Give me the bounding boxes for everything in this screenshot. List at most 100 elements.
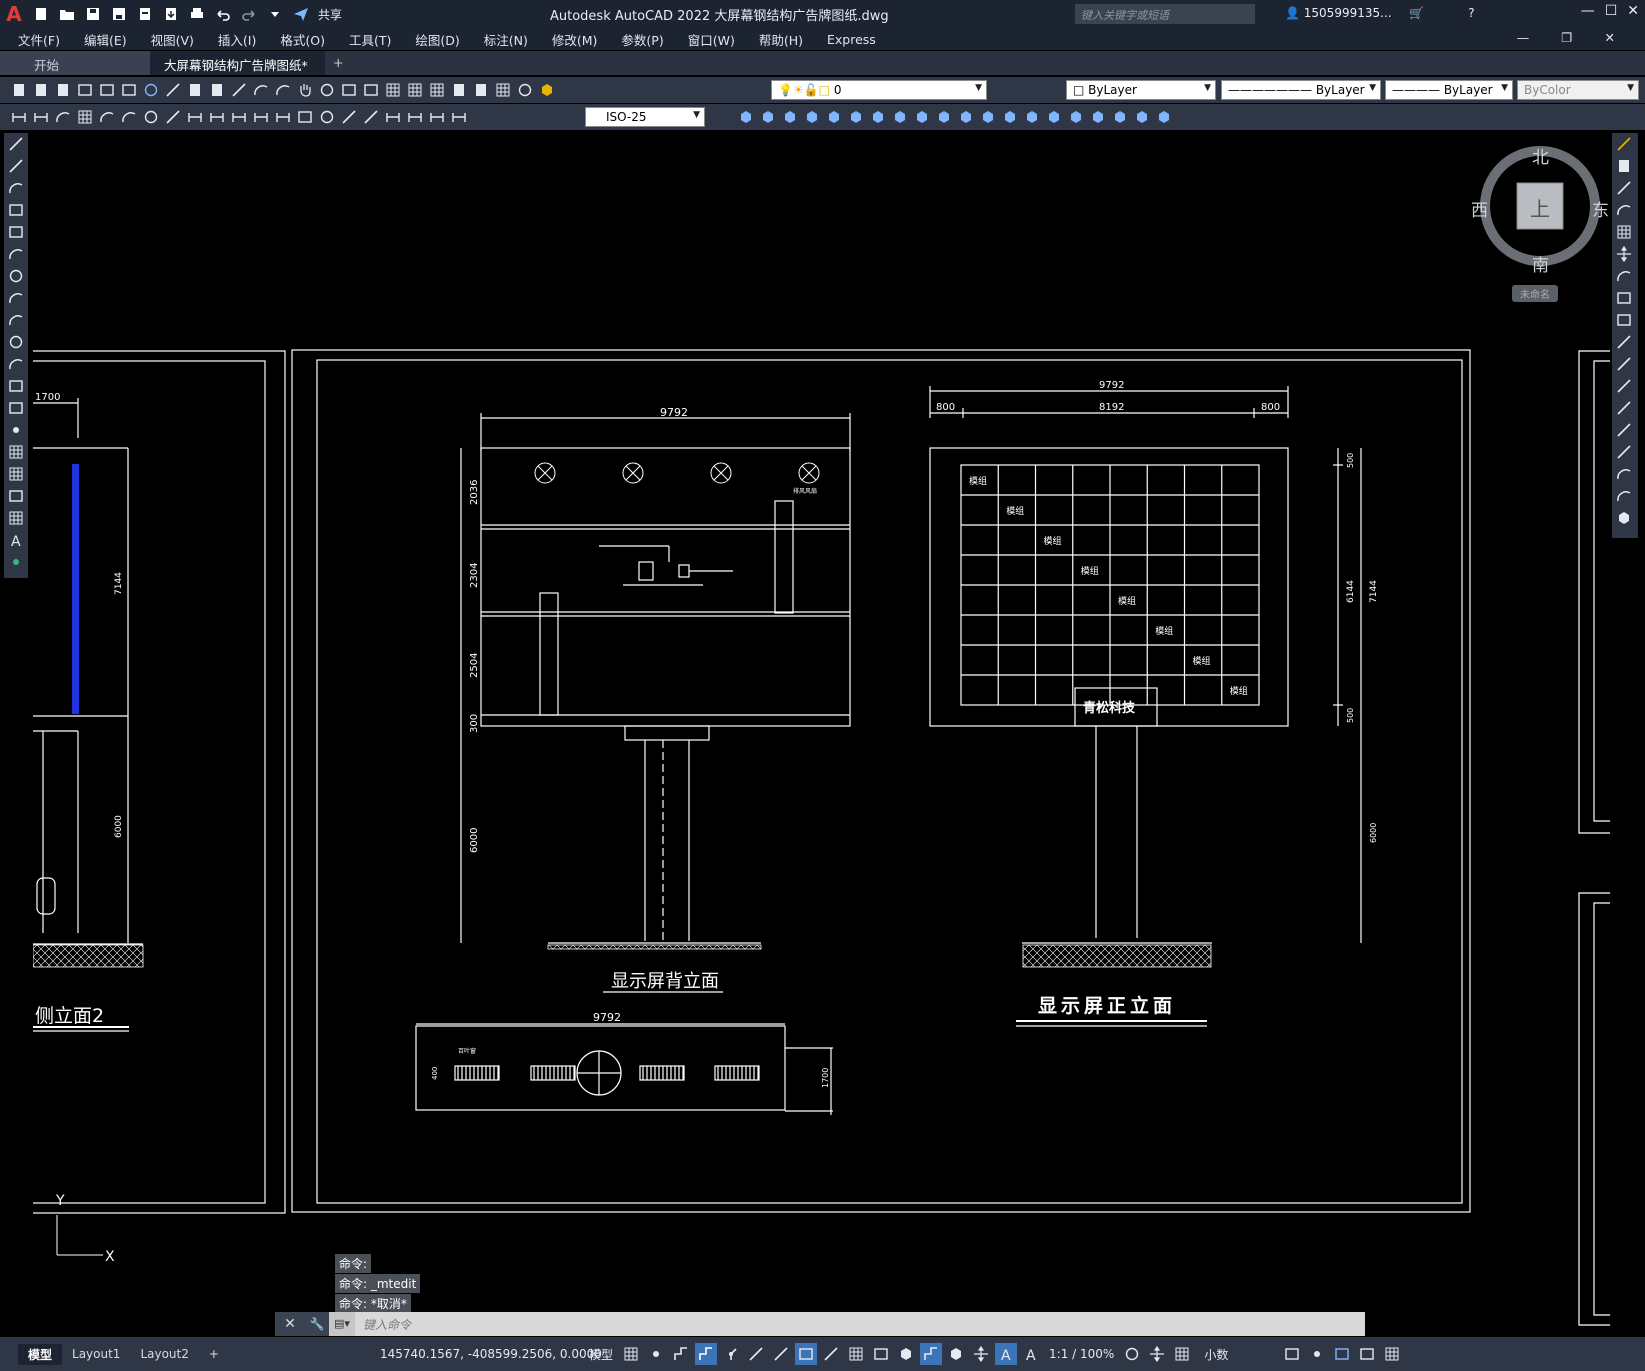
doc-close-button[interactable]: ✕ [1605, 30, 1615, 45]
ucs-menu[interactable]: 未命名 [1512, 285, 1558, 302]
menu-window[interactable]: 窗口(W) [688, 30, 735, 49]
dimstyle-dropdown[interactable]: ISO-25 ▼ [585, 107, 705, 127]
open-folder-icon[interactable] [56, 3, 78, 25]
save-as-icon[interactable] [108, 3, 130, 25]
undo-icon[interactable] [212, 3, 234, 25]
dim-space-icon[interactable] [252, 108, 270, 126]
search-input[interactable]: 键入关键字或短语 [1075, 4, 1255, 24]
markup-icon[interactable] [472, 81, 490, 99]
stretch-icon[interactable] [1612, 309, 1636, 331]
print-icon[interactable] [76, 81, 94, 99]
open-web-icon[interactable] [134, 3, 156, 25]
dim-continue-icon[interactable] [230, 108, 248, 126]
snap-toggle-icon[interactable] [645, 1343, 667, 1365]
save-web-icon[interactable] [160, 3, 182, 25]
menu-draw[interactable]: 绘图(D) [415, 30, 459, 49]
make-block-icon[interactable] [4, 397, 28, 419]
design-center-icon[interactable] [406, 81, 424, 99]
share-button[interactable]: 共享 [318, 6, 342, 23]
polar-tracking-icon[interactable] [720, 1343, 742, 1365]
region-icon[interactable] [4, 485, 28, 507]
dim-radius-icon[interactable] [98, 108, 116, 126]
array-icon[interactable] [1612, 221, 1636, 243]
share-icon[interactable] [290, 3, 312, 25]
dimstyle-icon[interactable] [450, 108, 468, 126]
shell-icon[interactable] [1045, 108, 1063, 126]
copy-icon[interactable] [186, 81, 204, 99]
break-at-point-icon[interactable] [1612, 375, 1636, 397]
explode-icon[interactable] [1612, 507, 1636, 529]
rotate-icon[interactable] [1612, 265, 1636, 287]
copy-object-icon[interactable] [1612, 155, 1636, 177]
plot-preview-icon[interactable] [98, 81, 116, 99]
hardware-accel-icon[interactable] [1331, 1343, 1353, 1365]
intersect-icon[interactable] [891, 108, 909, 126]
command-icon[interactable]: ▤▾ [329, 1312, 355, 1336]
isolate-objects-icon[interactable] [1306, 1343, 1328, 1365]
dynamic-ucs-icon[interactable] [920, 1343, 943, 1365]
insert-block-icon[interactable] [4, 375, 28, 397]
isodraft-icon[interactable] [745, 1343, 767, 1365]
doc-minimize-button[interactable]: — [1517, 30, 1530, 45]
pan-icon[interactable] [296, 81, 314, 99]
construction-line-icon[interactable] [4, 155, 28, 177]
center-mark-icon[interactable] [318, 108, 336, 126]
annotation-scale[interactable]: 1:1 / 100% [1049, 1347, 1114, 1361]
lineweight-toggle-icon[interactable] [820, 1343, 842, 1365]
check-icon[interactable] [1067, 108, 1085, 126]
menu-help[interactable]: 帮助(H) [759, 30, 803, 49]
break-icon[interactable] [1612, 397, 1636, 419]
annotation-monitor-icon[interactable] [1146, 1343, 1168, 1365]
extend-icon[interactable] [1612, 353, 1636, 375]
polygon-icon[interactable] [4, 199, 28, 221]
box-icon[interactable] [737, 108, 755, 126]
viewcube-north[interactable]: 北 [1532, 143, 1549, 168]
scale-icon[interactable] [1612, 287, 1636, 309]
dim-aligned-icon[interactable] [32, 108, 50, 126]
gizmo-icon[interactable] [970, 1343, 992, 1365]
dim-update-icon[interactable] [428, 108, 446, 126]
maximize-button[interactable]: ☐ [1605, 3, 1618, 19]
add-layout-button[interactable]: + [199, 1345, 229, 1363]
arc-tool-icon[interactable] [4, 243, 28, 265]
ellipse-arc-icon[interactable] [4, 353, 28, 375]
autocad-logo-icon[interactable]: A [0, 0, 28, 28]
undo-icon[interactable] [252, 81, 270, 99]
units-button[interactable]: 小数 [1204, 1346, 1228, 1363]
wrench-icon[interactable]: 🔧 [305, 1312, 329, 1336]
tab-layout1[interactable]: Layout1 [62, 1345, 130, 1363]
paste-icon[interactable] [208, 81, 226, 99]
line-tool-icon[interactable] [4, 133, 28, 155]
fillet-icon[interactable] [1612, 463, 1636, 485]
tolerance-icon[interactable] [296, 108, 314, 126]
viewcube[interactable]: 北 南 西 东 上 未命名 [1450, 141, 1610, 331]
new-file-icon[interactable] [30, 3, 52, 25]
zoom-window-icon[interactable] [340, 81, 358, 99]
menu-edit[interactable]: 编辑(E) [84, 30, 127, 49]
menu-modify[interactable]: 修改(M) [552, 30, 598, 49]
offset-icon[interactable] [1612, 199, 1636, 221]
menu-view[interactable]: 视图(V) [151, 30, 194, 49]
redo-icon[interactable] [274, 81, 292, 99]
new-tab-button[interactable]: + [325, 51, 351, 75]
model-space-button[interactable]: 模型 [589, 1346, 613, 1363]
menu-format[interactable]: 格式(O) [280, 30, 325, 49]
close-icon[interactable]: ✕ [275, 1312, 305, 1336]
extrude-icon[interactable] [803, 108, 821, 126]
fillet-edge-icon[interactable] [1133, 108, 1151, 126]
save-icon[interactable] [82, 3, 104, 25]
minimize-button[interactable]: — [1581, 3, 1595, 19]
dim-break-icon[interactable] [274, 108, 292, 126]
viewcube-west[interactable]: 西 [1471, 196, 1488, 221]
dim-text-edit-icon[interactable] [406, 108, 424, 126]
menu-express[interactable]: Express [827, 32, 876, 47]
imprint-icon[interactable] [1001, 108, 1019, 126]
dim-linear-icon[interactable] [10, 108, 28, 126]
dim-arc-icon[interactable] [54, 108, 72, 126]
web-icon[interactable] [142, 81, 160, 99]
rectangle-icon[interactable] [4, 221, 28, 243]
plotstyle-dropdown[interactable]: ByColor ▼ [1517, 80, 1639, 100]
publish-icon[interactable] [120, 81, 138, 99]
tab-start[interactable]: 开始 [0, 51, 150, 75]
chamfer-icon[interactable] [1612, 441, 1636, 463]
